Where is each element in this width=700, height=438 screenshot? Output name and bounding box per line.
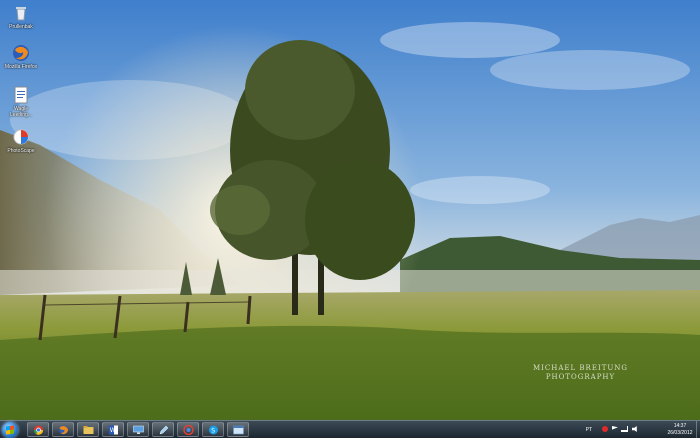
taskbar-app-chrome[interactable]: [27, 422, 49, 437]
document-icon: [12, 86, 30, 104]
desktop-icon-firefox[interactable]: Mozilla Firefox: [4, 44, 38, 70]
windows-logo-icon: [6, 425, 14, 435]
chrome-icon: [33, 425, 44, 435]
record-icon[interactable]: [602, 426, 608, 432]
desktop-icon-document[interactable]: Wagle Leerling...: [4, 86, 38, 118]
monitor-icon: [133, 425, 144, 434]
flag-icon[interactable]: [612, 426, 618, 430]
system-tray: PT: [586, 424, 668, 436]
clock-time: 14:37: [673, 423, 687, 429]
desktop-icon-photoscape[interactable]: PhotoScape: [4, 128, 38, 154]
skype-icon: S: [209, 425, 218, 435]
show-desktop-button[interactable]: [696, 421, 700, 438]
wallpaper-watermark: MICHAEL BREITUNG PHOTOGRAPHY: [533, 364, 628, 382]
wallpaper-landscape: [0, 0, 700, 420]
picasa-icon: [183, 425, 194, 435]
desktop-icon-label: PhotoScape: [7, 148, 35, 154]
firefox-icon: [12, 44, 30, 62]
watermark-line1: MICHAEL BREITUNG: [532, 364, 628, 372]
window-icon: [233, 425, 244, 435]
taskbar-app-pen[interactable]: [152, 422, 174, 437]
clock-date: 26/03/2012: [667, 430, 693, 436]
volume-icon[interactable]: [632, 426, 637, 432]
taskbar-app-picasa[interactable]: [177, 422, 199, 437]
recycle-bin-icon: [12, 4, 30, 22]
taskbar-app-word[interactable]: W: [102, 422, 124, 437]
desktop-icon-label: Prullenbak: [9, 24, 33, 30]
desktop-icon-recycle-bin[interactable]: Prullenbak: [4, 4, 38, 30]
taskbar-clock[interactable]: 14:37 26/03/2012: [664, 423, 696, 437]
taskbar-app-window[interactable]: [227, 422, 249, 437]
desktop-wallpaper[interactable]: [0, 0, 700, 420]
taskbar-app-skype[interactable]: S: [202, 422, 224, 437]
svg-text:S: S: [211, 427, 215, 434]
folder-icon: [83, 426, 94, 434]
desktop-icon-label: Mozilla Firefox: [4, 64, 38, 70]
watermark-line2: PHOTOGRAPHY: [545, 373, 616, 381]
taskbar-app-firefox[interactable]: [52, 422, 74, 437]
desktop-icon-label: Wagle Leerling...: [10, 106, 32, 118]
network-icon[interactable]: [621, 426, 628, 432]
photoscape-icon: [12, 128, 30, 146]
pen-icon: [159, 425, 169, 435]
taskbar-app-monitor[interactable]: [127, 422, 149, 437]
language-indicator[interactable]: PT: [586, 427, 592, 433]
start-button[interactable]: [2, 422, 18, 438]
taskbar-app-explorer[interactable]: [77, 422, 99, 437]
firefox-icon: [59, 425, 68, 435]
svg-text:W: W: [110, 427, 116, 434]
word-icon: W: [109, 425, 118, 435]
taskbar: W S PT 14:37 26/03/2012: [0, 420, 700, 438]
